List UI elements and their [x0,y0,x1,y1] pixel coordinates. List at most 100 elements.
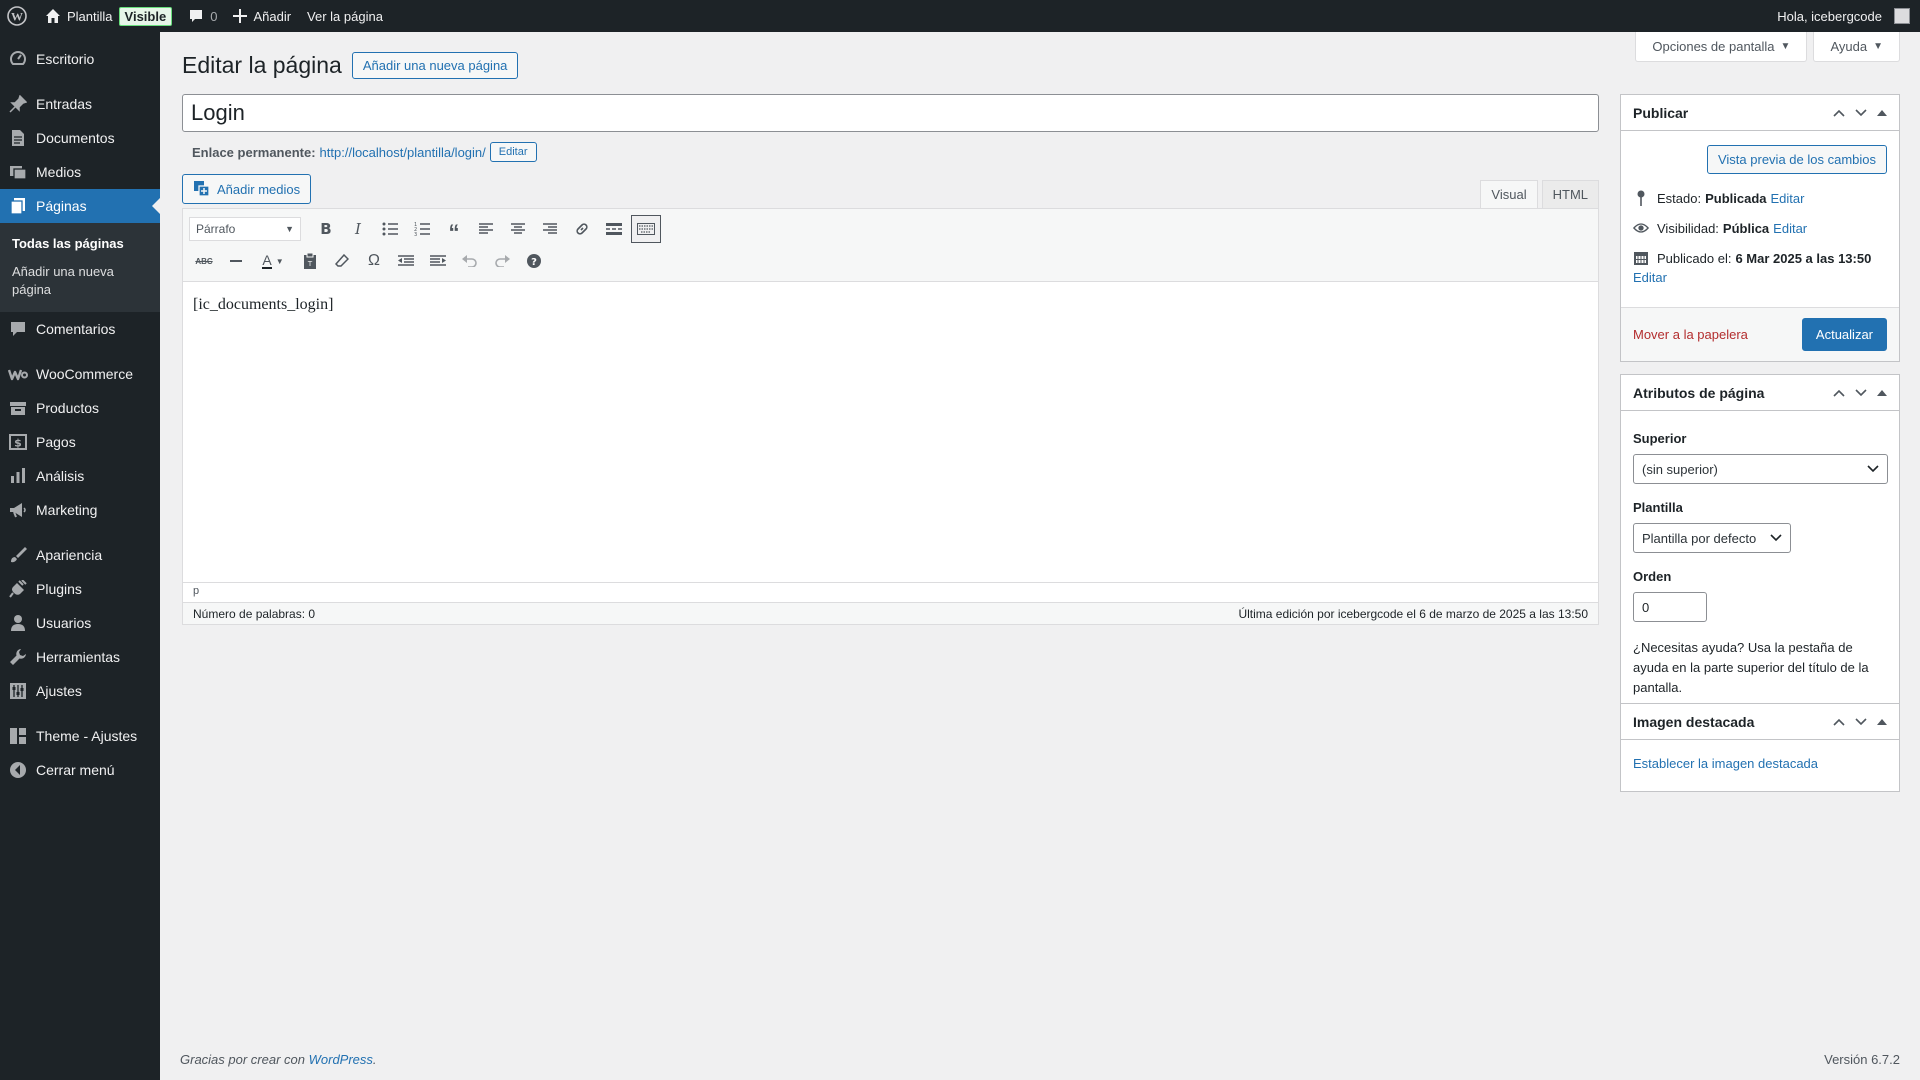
status-edit-link[interactable]: Editar [1771,191,1805,206]
chevron-up-icon[interactable] [1833,109,1845,117]
format-select[interactable]: Párrafo ▼ [189,217,301,241]
account-menu[interactable]: Hola, icebergcode [1769,0,1920,32]
sidebar-item-entradas[interactable]: Entradas [0,87,160,121]
paste-text-button[interactable]: T [295,247,325,275]
sidebar-item-documentos[interactable]: Documentos [0,121,160,155]
permalink-edit-button[interactable]: Editar [489,142,537,162]
redo-button[interactable] [487,247,517,275]
strikethrough-button[interactable]: ABC [189,247,219,275]
woo-icon [8,364,28,384]
comments-link[interactable]: 0 [180,0,225,32]
sidebar-item-ajustes[interactable]: Ajustes [0,674,160,708]
eye-icon [1633,220,1649,236]
sidebar-item-plugins[interactable]: Plugins [0,572,160,606]
add-new-page-button[interactable]: Añadir una nueva página [351,52,519,79]
read-more-button[interactable] [599,215,629,243]
editor-status-bar: Número de palabras: 0 Última edición por… [183,602,1598,624]
sidebar-item-usuarios[interactable]: Usuarios [0,606,160,640]
sidebar-item-paginas[interactable]: Páginas [0,189,160,223]
text-color-button[interactable]: A ▼ [253,247,293,275]
caret-down-icon: ▼ [275,256,284,266]
undo-icon [462,255,477,267]
toggle-triangle-icon[interactable] [1877,389,1887,397]
sidebar-item-escritorio[interactable]: Escritorio [0,42,160,76]
site-name: Plantilla [67,8,113,24]
italic-button[interactable]: I [343,215,373,243]
move-to-trash-link[interactable]: Mover a la papelera [1633,327,1748,342]
parent-select[interactable]: (sin superior) [1633,454,1888,484]
wordpress-link[interactable]: WordPress [309,1052,373,1067]
toolbar-toggle-button[interactable] [631,215,661,243]
editor-content[interactable]: [ic_documents_login] [183,282,1598,582]
clear-formatting-button[interactable] [327,247,357,275]
post-title-input[interactable]: Login [182,94,1599,132]
chevron-down-icon[interactable] [1855,388,1867,397]
outdent-icon [398,255,414,266]
sidebar-item-label: Usuarios [36,615,92,631]
sidebar-item-productos[interactable]: Productos [0,391,160,425]
special-character-button[interactable]: Ω [359,247,389,275]
keyboard-icon [637,223,655,235]
sidebar-item-comentarios[interactable]: Comentarios [0,312,160,346]
view-page-link[interactable]: Ver la página [299,0,391,32]
sidebar-item-woocommerce[interactable]: WooCommerce [0,357,160,391]
pages-submenu: Todas las páginas Añadir una nueva págin… [0,223,160,312]
sidebar-item-theme-ajustes[interactable]: Theme - Ajustes [0,719,160,753]
sidebar-item-label: Plugins [36,581,82,597]
eraser-icon [335,254,349,267]
template-select[interactable]: Plantilla por defecto [1633,523,1791,553]
toggle-triangle-icon[interactable] [1877,109,1887,117]
preview-changes-button[interactable]: Vista previa de los cambios [1706,145,1887,174]
submenu-add-new-page[interactable]: Añadir una nueva página [0,258,130,304]
footer-thanks-prefix: Gracias por crear con [180,1052,305,1067]
align-right-button[interactable] [535,215,565,243]
sidebar-item-pagos[interactable]: $ Pagos [0,425,160,459]
submenu-all-pages[interactable]: Todas las páginas [0,230,160,258]
sidebar-item-medios[interactable]: Medios [0,155,160,189]
outdent-button[interactable] [391,247,421,275]
sidebar-item-analisis[interactable]: Análisis [0,459,160,493]
visibility-edit-link[interactable]: Editar [1773,221,1807,236]
tab-visual[interactable]: Visual [1480,180,1538,208]
chevron-up-icon[interactable] [1833,389,1845,397]
horizontal-line-icon [230,260,242,262]
keyboard-shortcuts-button[interactable]: ? [519,247,549,275]
undo-button[interactable] [455,247,485,275]
screen-options-button[interactable]: Opciones de pantalla ▼ [1635,32,1808,62]
permalink-url[interactable]: http://localhost/plantilla/login/ [320,145,486,160]
link-button[interactable] [567,215,597,243]
set-featured-image-link[interactable]: Establecer la imagen destacada [1633,756,1818,771]
published-edit-link[interactable]: Editar [1633,270,1887,285]
sidebar-item-cerrar-menu[interactable]: Cerrar menú [0,753,160,787]
chevron-down-icon[interactable] [1855,108,1867,117]
indent-button[interactable] [423,247,453,275]
add-media-button[interactable]: Añadir medios [182,174,312,204]
bold-button[interactable]: B [311,215,341,243]
order-input[interactable]: 0 [1633,592,1707,622]
align-center-button[interactable] [503,215,533,243]
numbered-list-button[interactable]: 123 [407,215,437,243]
help-button[interactable]: Ayuda ▼ [1813,32,1900,62]
sidebar-item-apariencia[interactable]: Apariencia [0,538,160,572]
align-left-button[interactable] [471,215,501,243]
link-icon [576,223,588,235]
blockquote-button[interactable]: “ [439,215,469,244]
sidebar-item-label: Ajustes [36,683,82,699]
chevron-down-icon[interactable] [1855,717,1867,726]
toggle-triangle-icon[interactable] [1877,718,1887,726]
toolbar-row-2: ABC A ▼ T Ω ? [189,245,1592,277]
tab-html[interactable]: HTML [1541,180,1599,208]
plug-icon [8,579,28,599]
sidebar-item-marketing[interactable]: Marketing [0,493,160,527]
wordpress-logo-menu[interactable]: W [0,0,37,32]
comment-bubble-icon [190,10,203,22]
add-new-menu[interactable]: Añadir [225,0,299,32]
update-button[interactable]: Actualizar [1801,318,1887,351]
chevron-up-icon[interactable] [1833,718,1845,726]
svg-text:W: W [11,10,23,24]
sidebar-item-herramientas[interactable]: Herramientas [0,640,160,674]
horizontal-line-button[interactable] [221,247,251,275]
last-edit-info: Última edición por icebergcode el 6 de m… [1238,606,1588,621]
bullet-list-button[interactable] [375,215,405,243]
site-name-link[interactable]: Plantilla Visible [37,0,180,32]
